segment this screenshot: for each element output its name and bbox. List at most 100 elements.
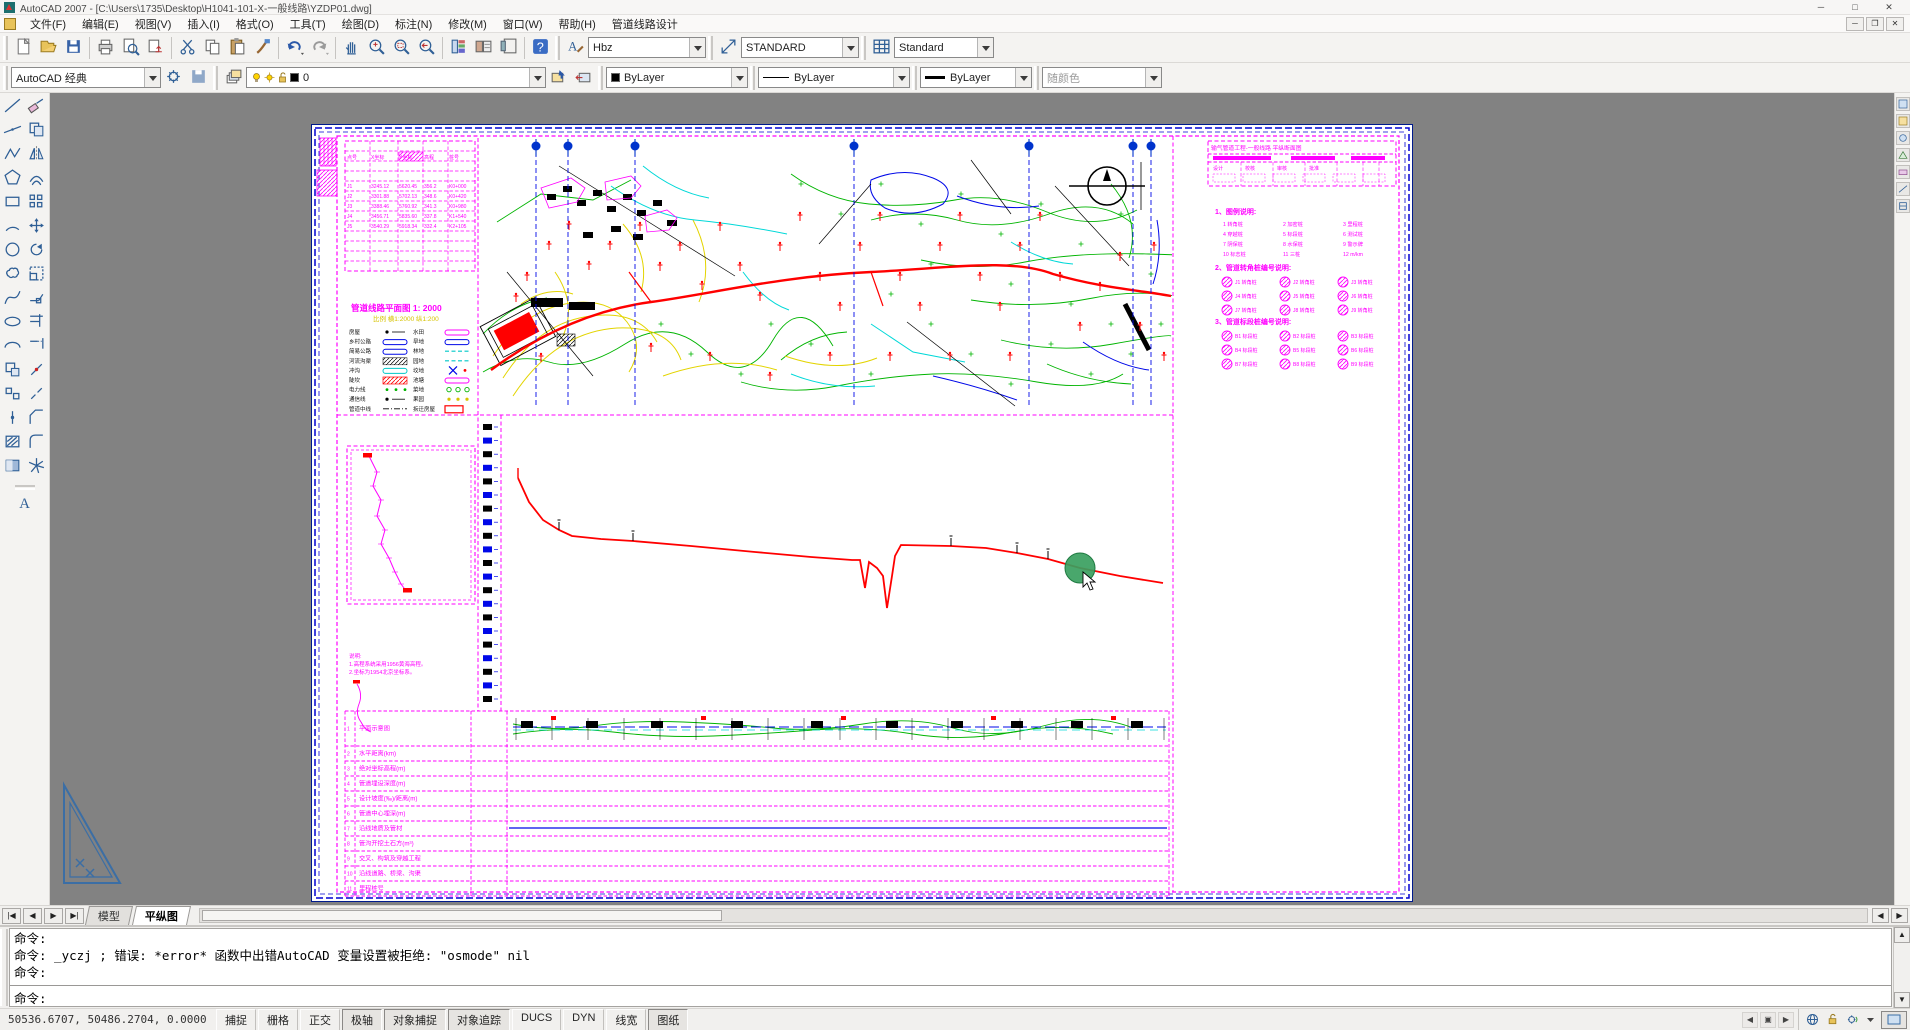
rt2-button[interactable] xyxy=(1896,114,1910,128)
toggle-对象追踪[interactable]: 对象追踪 xyxy=(448,1009,510,1030)
close-button[interactable]: ✕ xyxy=(1872,0,1906,14)
toggle-栅格[interactable]: 栅格 xyxy=(258,1009,298,1030)
toggle-线宽[interactable]: 线宽 xyxy=(606,1009,646,1030)
menu-item-11[interactable]: 管道线路设计 xyxy=(604,15,686,33)
chevron-down-icon[interactable] xyxy=(529,68,545,87)
command-grip[interactable] xyxy=(0,929,8,1006)
chevron-down-icon[interactable] xyxy=(977,38,993,57)
toggle-正交[interactable]: 正交 xyxy=(300,1009,340,1030)
toggle-对象捕捉[interactable]: 对象捕捉 xyxy=(384,1009,446,1030)
menu-item-10[interactable]: 帮助(H) xyxy=(551,15,604,33)
save-button[interactable] xyxy=(61,35,86,60)
command-scrollbar[interactable]: ▲ ▼ xyxy=(1893,927,1910,1008)
earc-button[interactable] xyxy=(1,335,25,359)
toolbar-grip[interactable] xyxy=(861,36,866,60)
tray-left-button[interactable]: ◀ xyxy=(1742,1012,1758,1028)
toolbar-lock-button[interactable] xyxy=(1822,1007,1842,1030)
circle-button[interactable] xyxy=(1,239,25,263)
tab-nav-2[interactable]: ▶ xyxy=(44,908,63,924)
tray-notification-icon[interactable]: ▣ xyxy=(1760,1012,1776,1028)
toggle-极轴[interactable]: 极轴 xyxy=(342,1009,382,1030)
lineweight-combo[interactable]: ByLayer xyxy=(920,67,1032,88)
text-style-combo[interactable]: Hbz xyxy=(588,37,706,58)
wsgear-button[interactable] xyxy=(161,65,186,90)
layerprev-button[interactable] xyxy=(571,65,596,90)
toolbar-grip[interactable] xyxy=(213,66,218,90)
makecur-button[interactable] xyxy=(546,65,571,90)
chevron-down-icon[interactable] xyxy=(842,38,858,57)
dim-style-combo[interactable]: STANDARD xyxy=(741,37,859,58)
tab-模型[interactable]: 模型 xyxy=(85,906,133,925)
mdi-close-button[interactable]: ✕ xyxy=(1886,17,1904,31)
toolbar-grip[interactable] xyxy=(1034,66,1039,90)
toolbar-grip[interactable] xyxy=(3,36,8,60)
plot-button[interactable] xyxy=(93,35,118,60)
zoom-win-button[interactable] xyxy=(389,35,414,60)
command-input[interactable]: 命令: xyxy=(10,987,1891,1006)
rt3-button[interactable] xyxy=(1896,131,1910,145)
rt4-button[interactable] xyxy=(1896,148,1910,162)
match-button[interactable] xyxy=(250,35,275,60)
move-button[interactable] xyxy=(25,215,49,239)
pan-button[interactable] xyxy=(339,35,364,60)
scale-button[interactable] xyxy=(25,263,49,287)
comm-center-button[interactable] xyxy=(1802,1007,1822,1030)
table-style-combo[interactable]: Standard xyxy=(894,37,994,58)
tab-平纵图[interactable]: 平纵图 xyxy=(132,906,191,925)
wssave-button[interactable] xyxy=(186,65,211,90)
menu-item-5[interactable]: 工具(T) xyxy=(282,15,334,33)
drawing-sheet[interactable]: 点号X坐标Y坐标高程桩号J13245.125620.45356.2K0+000J… xyxy=(311,124,1413,902)
block-button[interactable] xyxy=(1,383,25,407)
chevron-down-icon[interactable] xyxy=(731,68,747,87)
drawing-canvas[interactable]: 点号X坐标Y坐标高程桩号J13245.125620.45356.2K0+000J… xyxy=(50,93,1894,905)
point-button[interactable] xyxy=(1,407,25,431)
chevron-down-icon[interactable] xyxy=(893,68,909,87)
insert-button[interactable] xyxy=(1,359,25,383)
scroll-right-button[interactable]: ▶ xyxy=(1891,908,1908,923)
toolbar-grip[interactable] xyxy=(912,66,917,90)
menu-item-4[interactable]: 格式(O) xyxy=(228,15,282,33)
tray-right-button[interactable]: ▶ xyxy=(1778,1012,1794,1028)
toolbar-grip[interactable] xyxy=(598,66,603,90)
preview-button[interactable] xyxy=(118,35,143,60)
explode-button[interactable] xyxy=(25,455,49,479)
toggle-捕捉[interactable]: 捕捉 xyxy=(216,1009,256,1030)
hatch-button[interactable] xyxy=(1,431,25,455)
redo-button[interactable] xyxy=(307,35,332,60)
menu-item-6[interactable]: 绘图(D) xyxy=(334,15,387,33)
break-button[interactable] xyxy=(25,383,49,407)
xline-button[interactable] xyxy=(1,119,25,143)
arc-button[interactable] xyxy=(1,215,25,239)
workspace-combo[interactable]: AutoCAD 经典 xyxy=(11,67,161,88)
zoom-rt-button[interactable] xyxy=(364,35,389,60)
chevron-down-icon[interactable] xyxy=(1862,1007,1878,1030)
scroll-down-button[interactable]: ▼ xyxy=(1894,992,1910,1008)
copy-button[interactable] xyxy=(200,35,225,60)
undo-button[interactable] xyxy=(282,35,307,60)
menu-item-8[interactable]: 修改(M) xyxy=(440,15,495,33)
palettes-button[interactable] xyxy=(496,35,521,60)
chevron-down-icon[interactable] xyxy=(689,38,705,57)
offset-button[interactable] xyxy=(25,167,49,191)
rectangle-button[interactable] xyxy=(1,191,25,215)
menu-item-0[interactable]: 文件(F) xyxy=(22,15,74,33)
menu-item-3[interactable]: 插入(I) xyxy=(179,15,227,33)
tab-nav-0[interactable]: |◀ xyxy=(2,908,21,924)
publish-button[interactable] xyxy=(143,35,168,60)
chevron-down-icon[interactable] xyxy=(144,68,160,87)
stretch-button[interactable] xyxy=(25,287,49,311)
mtext-button[interactable]: A xyxy=(13,492,37,516)
cut-button[interactable] xyxy=(175,35,200,60)
revcloud-button[interactable] xyxy=(1,263,25,287)
profile-viewport[interactable] xyxy=(483,416,1168,710)
toolbar-grip[interactable] xyxy=(708,36,713,60)
array-button[interactable] xyxy=(25,191,49,215)
menu-item-2[interactable]: 视图(V) xyxy=(127,15,180,33)
menu-item-9[interactable]: 窗口(W) xyxy=(495,15,551,33)
layer-combo[interactable]: 0 xyxy=(246,67,546,88)
fillet-button[interactable] xyxy=(25,431,49,455)
polygon-button[interactable] xyxy=(1,167,25,191)
rotate-button[interactable] xyxy=(25,239,49,263)
tab-nav-3[interactable]: ▶| xyxy=(65,908,84,924)
rt5-button[interactable] xyxy=(1896,165,1910,179)
